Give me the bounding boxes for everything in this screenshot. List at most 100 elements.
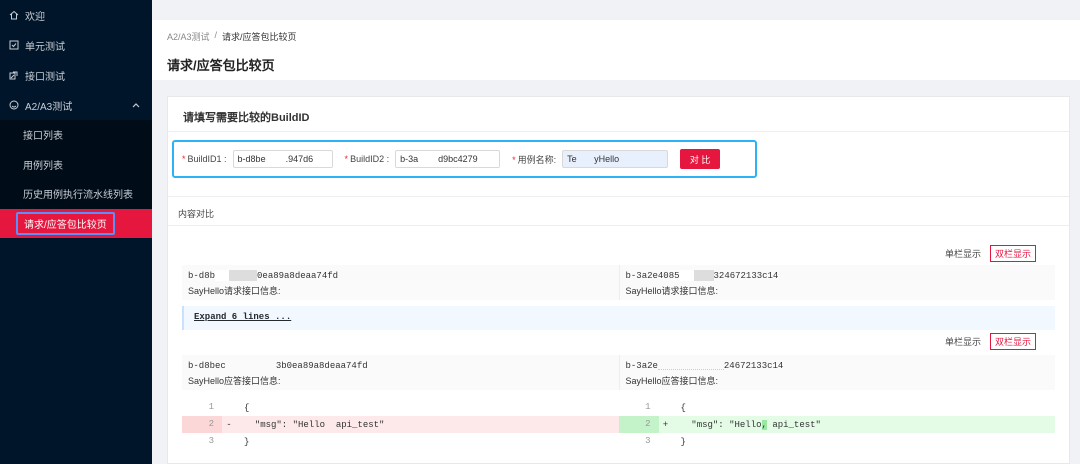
redaction bbox=[215, 270, 230, 282]
right-build-id: b-3a2e4085 bbox=[625, 271, 680, 281]
buildid1-label-text: BuildID1 : bbox=[187, 154, 227, 164]
right-build-id-suffix: 24672133c14 bbox=[723, 361, 784, 371]
buildid1-input[interactable] bbox=[232, 150, 333, 168]
diff-line: 3 } bbox=[619, 433, 1056, 450]
diff-line-added: 2 + "msg": "Hello, api_test" bbox=[618, 416, 1055, 433]
home-icon bbox=[8, 9, 20, 21]
sidebar-group-label: A2/A3测试 bbox=[25, 101, 73, 113]
content-compare-title: 内容对比 bbox=[168, 196, 1069, 226]
breadcrumb: A2/A3测试 / 请求/应答包比较页 bbox=[167, 30, 1080, 43]
line-content: } bbox=[680, 436, 686, 447]
diff-line-removed: 2 - "msg": "Hello api_test" bbox=[182, 416, 619, 433]
diff-line: 1 { bbox=[619, 399, 1056, 416]
compare-form: *BuildID1 : *BuildID2 : *用例名称: 对 比 bbox=[172, 140, 757, 178]
breadcrumb-current: 请求/应答包比较页 bbox=[222, 32, 297, 42]
right-build-id-suffix: 324672133c14 bbox=[713, 271, 779, 281]
sidebar: 欢迎 单元测试 接口测试 A2/A3测试 接口列表 用例列表 历史用例执行流水线… bbox=[0, 0, 152, 464]
left-build-id: b-d8b bbox=[188, 271, 216, 281]
sidebar-item-label: 接口测试 bbox=[25, 71, 65, 83]
response-diff-header: b-d8bec 3b0ea89a8deaa74fd SayHello应答接口信息:… bbox=[182, 355, 1055, 390]
single-column-button[interactable]: 单栏显示 bbox=[940, 245, 986, 262]
sidebar-item-label: 接口列表 bbox=[23, 131, 63, 143]
chevron-up-icon bbox=[132, 100, 140, 111]
single-column-button[interactable]: 单栏显示 bbox=[940, 333, 986, 350]
sidebar-item-label: 欢迎 bbox=[25, 11, 45, 23]
right-build-id: b-3a2e bbox=[625, 361, 658, 371]
diff-line: 1 { bbox=[182, 399, 619, 416]
line-number: 3 bbox=[645, 436, 651, 446]
form-title: 请填写需要比较的BuildID bbox=[168, 97, 1069, 132]
response-left-header: b-d8bec 3b0ea89a8deaa74fd SayHello应答接口信息: bbox=[182, 355, 619, 390]
redaction bbox=[225, 360, 276, 372]
buildid2-input[interactable] bbox=[395, 150, 501, 168]
page-header: A2/A3测试 / 请求/应答包比较页 请求/应答包比较页 bbox=[152, 20, 1080, 80]
line-number: 3 bbox=[208, 436, 214, 446]
line-text-before: "msg": "Hello bbox=[680, 419, 762, 430]
request-view-toggle: 单栏显示 双栏显示 bbox=[940, 245, 1036, 262]
sidebar-item-welcome[interactable]: 欢迎 bbox=[0, 0, 152, 30]
smile-icon bbox=[8, 99, 20, 111]
sidebar-item-label: 请求/应答包比较页 bbox=[16, 211, 115, 235]
compare-button[interactable]: 对 比 bbox=[680, 149, 721, 169]
response-right-header: b-3a2e 24672133c14 SayHello应答接口信息: bbox=[618, 355, 1056, 390]
sidebar-item-case-list[interactable]: 用例列表 bbox=[0, 150, 152, 180]
redaction bbox=[693, 270, 714, 282]
required-mark: * bbox=[512, 154, 516, 165]
line-number: 1 bbox=[645, 402, 651, 412]
link-icon bbox=[8, 69, 20, 81]
response-view-toggle: 单栏显示 双栏显示 bbox=[940, 333, 1036, 350]
sidebar-item-label: 用例列表 bbox=[23, 160, 63, 172]
code-diff: 1 { 2 - "msg": "Hello api_test" 3 } 1 { bbox=[182, 399, 1055, 450]
sidebar-item-compare-page[interactable]: 请求/应答包比较页 bbox=[0, 208, 152, 238]
checkbox-icon bbox=[8, 39, 20, 51]
diff-marker: - bbox=[226, 419, 232, 430]
line-content: { bbox=[244, 402, 250, 413]
sidebar-item-unit-test[interactable]: 单元测试 bbox=[0, 30, 152, 60]
line-number: 1 bbox=[208, 402, 214, 412]
sidebar-item-pipeline-history[interactable]: 历史用例执行流水线列表 bbox=[0, 179, 152, 209]
sidebar-submenu: 接口列表 用例列表 历史用例执行流水线列表 请求/应答包比较页 bbox=[0, 120, 152, 238]
buildid2-label-text: BuildID2 : bbox=[350, 154, 390, 164]
diff-right-pane: 1 { 2 + "msg": "Hello, api_test" 3 } bbox=[618, 399, 1056, 450]
sidebar-item-api-test[interactable]: 接口测试 bbox=[0, 60, 152, 90]
case-name-label: * 用例名称: bbox=[512, 153, 556, 166]
double-column-button[interactable]: 双栏显示 bbox=[989, 245, 1036, 262]
left-interface-label: SayHello应答接口信息: bbox=[188, 376, 281, 386]
request-left-header: b-d8b 0ea89a8deaa74fd SayHello请求接口信息: bbox=[182, 265, 619, 300]
sidebar-group-a2a3[interactable]: A2/A3测试 bbox=[0, 90, 152, 120]
left-build-id: b-d8bec bbox=[188, 361, 226, 371]
double-column-button[interactable]: 双栏显示 bbox=[989, 333, 1036, 350]
left-build-id-suffix: 0ea89a8deaa74fd bbox=[257, 271, 339, 281]
expand-lines-link[interactable]: Expand 6 lines ... bbox=[182, 306, 1055, 330]
request-diff-header: b-d8b 0ea89a8deaa74fd SayHello请求接口信息: b-3… bbox=[182, 265, 1055, 300]
request-diff: b-d8b 0ea89a8deaa74fd SayHello请求接口信息: b-3… bbox=[182, 265, 1055, 300]
redaction bbox=[679, 270, 694, 282]
diff-left-pane: 1 { 2 - "msg": "Hello api_test" 3 } bbox=[182, 399, 619, 450]
buildid1-label: * BuildID1 : bbox=[182, 154, 227, 164]
redaction bbox=[229, 270, 258, 282]
right-interface-label: SayHello应答接口信息: bbox=[625, 376, 719, 386]
sidebar-item-api-list[interactable]: 接口列表 bbox=[0, 120, 152, 150]
line-number: 2 bbox=[618, 416, 659, 433]
right-interface-label: SayHello请求接口信息: bbox=[625, 286, 719, 296]
compare-card: 请填写需要比较的BuildID *BuildID1 : *BuildID2 : … bbox=[167, 96, 1070, 464]
diff-line: 3 } bbox=[182, 433, 619, 450]
breadcrumb-separator: / bbox=[214, 30, 218, 40]
breadcrumb-link[interactable]: A2/A3测试 bbox=[167, 30, 210, 43]
case-name-input[interactable] bbox=[562, 150, 669, 168]
redaction bbox=[657, 361, 724, 370]
sidebar-item-label: 单元测试 bbox=[25, 41, 65, 53]
line-content: } bbox=[244, 436, 250, 447]
left-interface-label: SayHello请求接口信息: bbox=[188, 286, 281, 296]
line-content: "msg": "Hello api_test" bbox=[244, 419, 385, 430]
page-title: 请求/应答包比较页 bbox=[167, 58, 275, 73]
required-mark: * bbox=[344, 154, 349, 164]
left-build-id-suffix: 3b0ea89a8deaa74fd bbox=[275, 361, 368, 371]
diff-marker: + bbox=[662, 419, 669, 430]
line-text-after: api_test" bbox=[766, 419, 821, 430]
line-content: "msg": "Hello, api_test" bbox=[673, 419, 821, 430]
line-number: 2 bbox=[182, 416, 222, 433]
case-name-label-text: 用例名称: bbox=[517, 154, 557, 165]
sidebar-item-label: 历史用例执行流水线列表 bbox=[23, 190, 133, 202]
required-mark: * bbox=[182, 154, 186, 164]
